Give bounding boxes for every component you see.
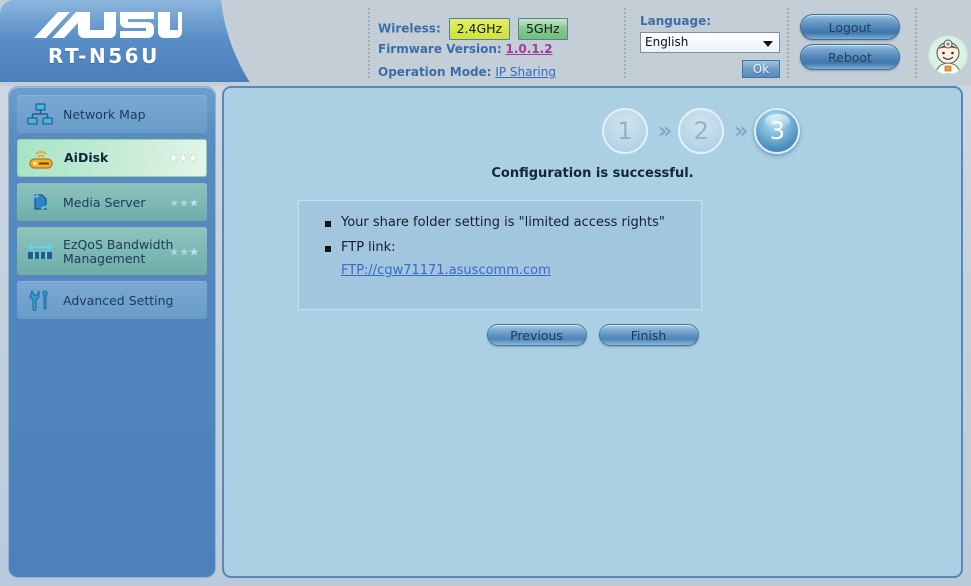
sidebar-item-aidisk[interactable]: AiDisk ★★★ — [17, 139, 207, 177]
sidebar-item-network-map[interactable]: Network Map — [17, 95, 207, 133]
step-chevron-2: » — [734, 118, 748, 144]
media-server-stars: ★★★ — [169, 196, 199, 209]
ftp-link[interactable]: FTP://cgw71171.asuscomm.com — [341, 263, 701, 278]
aidisk-icon — [18, 140, 64, 176]
aidisk-stars: ★★★ — [168, 151, 198, 165]
wizard-button-row: Previous Finish — [224, 324, 961, 346]
reboot-button[interactable]: Reboot — [800, 44, 900, 70]
sidebar-item-advanced-setting[interactable]: Advanced Setting — [17, 281, 207, 319]
ezqos-stars: ★★★ — [169, 245, 199, 258]
step-3[interactable]: 3 — [754, 108, 801, 154]
sidebar-nav: Network Map AiDisk ★★★ Media Server ★★★ … — [8, 86, 216, 578]
sidebar-item-media-server[interactable]: Media Server ★★★ — [17, 183, 207, 221]
header-divider-4 — [915, 8, 917, 78]
band-5ghz-badge[interactable]: 5GHz — [517, 18, 568, 40]
wizard-steps: 1 » 2 » 3 — [602, 108, 801, 154]
firmware-row: Firmware Version: 1.0.1.2 — [378, 41, 568, 58]
previous-button[interactable]: Previous — [486, 324, 587, 346]
sidebar-item-ezqos[interactable]: EzQoS Bandwidth Management ★★★ — [17, 227, 207, 275]
page-title: Configuration is successful. — [491, 166, 694, 181]
header-divider-2 — [624, 8, 626, 78]
firmware-label: Firmware Version: — [378, 42, 502, 56]
band-2-4ghz-badge[interactable]: 2.4GHz — [448, 18, 511, 40]
page-header: RT-N56U Wireless: 2.4GHz 5GHz Firmware V… — [0, 0, 971, 86]
list-item: FTP link: — [323, 240, 701, 255]
router-admin-page: RT-N56U Wireless: 2.4GHz 5GHz Firmware V… — [0, 0, 971, 586]
list-item: Your share folder setting is "limited ac… — [323, 215, 701, 230]
brand-banner: RT-N56U — [0, 0, 390, 82]
header-divider-3 — [787, 8, 789, 78]
language-select[interactable]: English — [640, 32, 780, 53]
firmware-version-link[interactable]: 1.0.1.2 — [506, 42, 553, 56]
device-model: RT-N56U — [48, 44, 160, 68]
sidebar-item-label: Advanced Setting — [63, 292, 174, 308]
finish-button[interactable]: Finish — [598, 324, 699, 346]
sidebar-item-label: Network Map — [63, 106, 146, 122]
wireless-label: Wireless: — [378, 21, 441, 36]
tools-icon — [17, 282, 63, 319]
wireless-row: Wireless: 2.4GHz 5GHz — [378, 18, 568, 40]
device-info: Wireless: 2.4GHz 5GHz Firmware Version: … — [378, 18, 568, 87]
operation-mode-label: Operation Mode: — [378, 65, 492, 79]
main-panel: 1 » 2 » 3 Configuration is successful. Y… — [222, 86, 963, 578]
language-selector-group: Language: English — [640, 14, 780, 53]
language-selected-value: English — [645, 35, 689, 49]
header-divider-1 — [368, 8, 370, 78]
ezqos-icon — [17, 228, 63, 275]
doctor-mascot-icon — [928, 35, 968, 75]
media-server-icon — [17, 184, 63, 221]
step-1[interactable]: 1 — [602, 108, 648, 154]
logout-button[interactable]: Logout — [800, 14, 900, 40]
operation-mode-link[interactable]: IP Sharing — [495, 65, 556, 79]
language-ok-button[interactable]: Ok — [742, 60, 780, 78]
chevron-down-icon — [763, 41, 773, 47]
operation-mode-row: Operation Mode: IP Sharing — [378, 64, 568, 81]
asus-logo — [32, 8, 182, 48]
step-chevron-1: » — [658, 118, 672, 144]
language-label: Language: — [640, 14, 712, 28]
network-map-icon — [17, 96, 63, 133]
step-2[interactable]: 2 — [678, 108, 725, 154]
result-info-box: Your share folder setting is "limited ac… — [298, 200, 702, 310]
